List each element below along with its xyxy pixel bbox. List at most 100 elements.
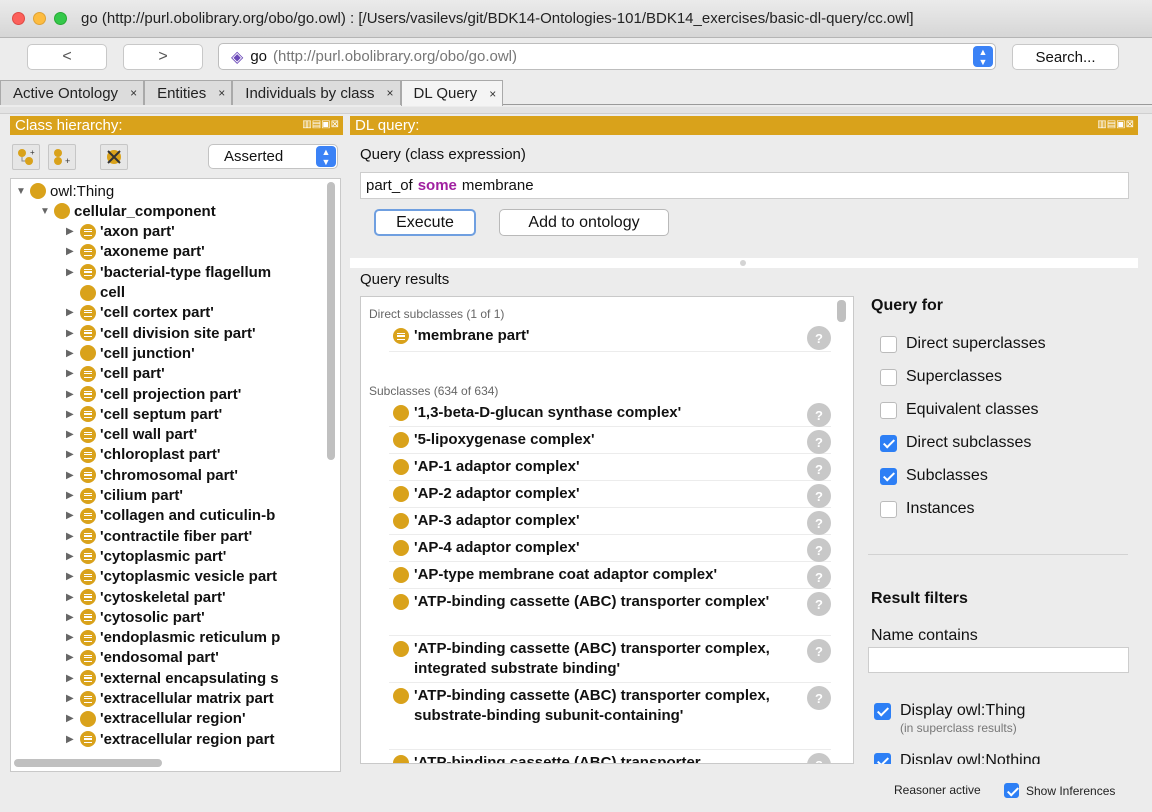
ontology-selector[interactable]: ◈ go (http://purl.obolibrary.org/obo/go.… bbox=[218, 43, 996, 70]
expand-arrow-icon[interactable]: ▶ bbox=[66, 713, 80, 724]
close-tab-icon[interactable]: × bbox=[387, 86, 394, 100]
checkbox-display-thing[interactable] bbox=[874, 702, 891, 720]
result-row[interactable]: 'ATP-binding cassette (ABC) transporter … bbox=[389, 589, 831, 636]
minimize-window-button[interactable] bbox=[33, 12, 46, 25]
explain-help-icon[interactable]: ? bbox=[807, 457, 831, 481]
checkbox-show-inferences[interactable] bbox=[1004, 783, 1019, 798]
expand-arrow-icon[interactable]: ▶ bbox=[66, 490, 80, 501]
result-row[interactable]: 'ATP-binding cassette (ABC) transporter? bbox=[389, 750, 831, 763]
explain-help-icon[interactable]: ? bbox=[807, 686, 831, 710]
tree-item[interactable]: ▶ 'extracellular matrix part bbox=[66, 689, 274, 709]
result-row[interactable]: 'ATP-binding cassette (ABC) transporter … bbox=[389, 636, 831, 683]
query-for-option[interactable]: Equivalent classes bbox=[880, 401, 1039, 419]
tree-item[interactable]: ▶ 'cytoplasmic part' bbox=[66, 546, 226, 566]
tree-item[interactable]: ▶ 'contractile fiber part' bbox=[66, 526, 252, 546]
result-row[interactable]: 'membrane part'? bbox=[389, 323, 831, 352]
query-for-option[interactable]: Direct superclasses bbox=[880, 335, 1046, 353]
tree-item[interactable]: ▶ 'extracellular region' bbox=[66, 709, 246, 729]
expand-arrow-icon[interactable]: ▶ bbox=[66, 307, 80, 318]
expand-arrow-icon[interactable]: ▶ bbox=[66, 693, 80, 704]
tree-item[interactable]: ▶ 'chromosomal part' bbox=[66, 465, 238, 485]
display-owl-thing-checkbox[interactable]: Display owl:Thing bbox=[874, 702, 1025, 720]
expand-arrow-icon[interactable]: ▶ bbox=[66, 389, 80, 400]
expand-arrow-icon[interactable]: ▶ bbox=[66, 551, 80, 562]
show-inferences-checkbox[interactable]: Show Inferences bbox=[1004, 783, 1115, 798]
explain-help-icon[interactable]: ? bbox=[807, 511, 831, 535]
tree-item[interactable]: ▶ 'cell cortex part' bbox=[66, 303, 214, 323]
checkbox[interactable] bbox=[880, 434, 897, 452]
explain-help-icon[interactable]: ? bbox=[807, 639, 831, 663]
tab-individuals-by-class[interactable]: Individuals by class × bbox=[232, 80, 401, 105]
explain-help-icon[interactable]: ? bbox=[807, 484, 831, 508]
tree-item[interactable]: ▶ 'collagen and cuticulin-b bbox=[66, 506, 275, 526]
delete-class-icon[interactable] bbox=[100, 144, 128, 170]
checkbox[interactable] bbox=[880, 335, 897, 353]
tree-item[interactable]: ▶ 'cilium part' bbox=[66, 486, 183, 506]
checkbox[interactable] bbox=[880, 368, 897, 386]
add-to-ontology-button[interactable]: Add to ontology bbox=[499, 209, 669, 236]
tab-active-ontology[interactable]: Active Ontology × bbox=[0, 80, 145, 105]
divider-grip-icon[interactable] bbox=[740, 260, 746, 266]
display-owl-nothing-checkbox[interactable]: Display owl:Nothing bbox=[874, 752, 1041, 764]
back-button[interactable]: < bbox=[27, 44, 107, 70]
tree-item[interactable]: ▶ 'cell wall part' bbox=[66, 425, 197, 445]
dropdown-arrows-icon[interactable]: ▲ ▼ bbox=[316, 146, 336, 167]
add-subclass-icon[interactable]: + bbox=[12, 144, 40, 170]
result-row[interactable]: 'AP-2 adaptor complex'? bbox=[389, 481, 831, 508]
expand-arrow-icon[interactable]: ▶ bbox=[66, 328, 80, 339]
close-window-button[interactable] bbox=[12, 12, 25, 25]
expand-arrow-icon[interactable]: ▶ bbox=[66, 470, 80, 481]
result-row[interactable]: '5-lipoxygenase complex'? bbox=[389, 427, 831, 454]
tree-item[interactable]: ▶ 'extracellular region part bbox=[66, 729, 274, 749]
explain-help-icon[interactable]: ? bbox=[807, 326, 831, 350]
query-results-list[interactable]: Direct subclasses (1 of 1) 'membrane par… bbox=[360, 296, 854, 764]
tree-item[interactable]: ▶ 'bacterial-type flagellum bbox=[66, 262, 271, 282]
collapse-arrow-icon[interactable]: ▼ bbox=[16, 186, 30, 197]
close-tab-icon[interactable]: × bbox=[130, 86, 137, 100]
explain-help-icon[interactable]: ? bbox=[807, 430, 831, 454]
forward-button[interactable]: > bbox=[123, 44, 203, 70]
query-for-option[interactable]: Subclasses bbox=[880, 467, 988, 485]
result-row[interactable]: 'AP-3 adaptor complex'? bbox=[389, 508, 831, 535]
tree-item[interactable]: ▶ 'chloroplast part' bbox=[66, 445, 220, 465]
result-row[interactable]: 'AP-1 adaptor complex'? bbox=[389, 454, 831, 481]
expand-arrow-icon[interactable]: ▶ bbox=[66, 592, 80, 603]
split-divider[interactable] bbox=[350, 258, 1138, 268]
add-sibling-icon[interactable]: + bbox=[48, 144, 76, 170]
result-row[interactable]: 'ATP-binding cassette (ABC) transporter … bbox=[389, 683, 831, 750]
panel-controls-icon[interactable]: ▥▤▣⊠ bbox=[302, 119, 339, 130]
expand-arrow-icon[interactable]: ▶ bbox=[66, 510, 80, 521]
tree-item[interactable]: ▶ 'cell septum part' bbox=[66, 404, 222, 424]
tree-item[interactable]: ▶ 'external encapsulating s bbox=[66, 668, 279, 688]
zoom-window-button[interactable] bbox=[54, 12, 67, 25]
expand-arrow-icon[interactable]: ▶ bbox=[66, 267, 80, 278]
expand-arrow-icon[interactable]: ▶ bbox=[66, 409, 80, 420]
collapse-arrow-icon[interactable]: ▼ bbox=[40, 206, 54, 217]
result-row[interactable]: 'AP-type membrane coat adaptor complex'? bbox=[389, 562, 831, 589]
explain-help-icon[interactable]: ? bbox=[807, 592, 831, 616]
tree-item[interactable]: ▼ owl:Thing bbox=[16, 181, 114, 201]
expand-arrow-icon[interactable]: ▶ bbox=[66, 571, 80, 582]
expand-arrow-icon[interactable]: ▶ bbox=[66, 652, 80, 663]
tab-dl-query[interactable]: DL Query × bbox=[400, 80, 504, 106]
tree-item[interactable]: ▶ 'axon part' bbox=[66, 222, 175, 242]
explain-help-icon[interactable]: ? bbox=[807, 753, 831, 763]
tree-item[interactable]: cell bbox=[66, 283, 125, 303]
query-for-option[interactable]: Superclasses bbox=[880, 368, 1002, 386]
expand-arrow-icon[interactable]: ▶ bbox=[66, 348, 80, 359]
tree-item[interactable]: ▶ 'endoplasmic reticulum p bbox=[66, 628, 280, 648]
tree-item[interactable]: ▶ 'cell junction' bbox=[66, 343, 195, 363]
close-tab-icon[interactable]: × bbox=[489, 87, 496, 101]
expand-arrow-icon[interactable]: ▶ bbox=[66, 632, 80, 643]
expand-arrow-icon[interactable]: ▶ bbox=[66, 246, 80, 257]
expand-arrow-icon[interactable]: ▶ bbox=[66, 531, 80, 542]
panel-controls-icon[interactable]: ▥▤▣⊠ bbox=[1097, 119, 1134, 130]
result-row[interactable]: '1,3-beta-D-glucan synthase complex'? bbox=[389, 400, 831, 427]
tab-entities[interactable]: Entities × bbox=[144, 80, 233, 105]
tree-item[interactable]: ▶ 'axoneme part' bbox=[66, 242, 205, 262]
expand-arrow-icon[interactable]: ▶ bbox=[66, 449, 80, 460]
explain-help-icon[interactable]: ? bbox=[807, 565, 831, 589]
search-button[interactable]: Search... bbox=[1012, 44, 1119, 70]
checkbox[interactable] bbox=[880, 500, 897, 518]
checkbox[interactable] bbox=[880, 401, 897, 419]
